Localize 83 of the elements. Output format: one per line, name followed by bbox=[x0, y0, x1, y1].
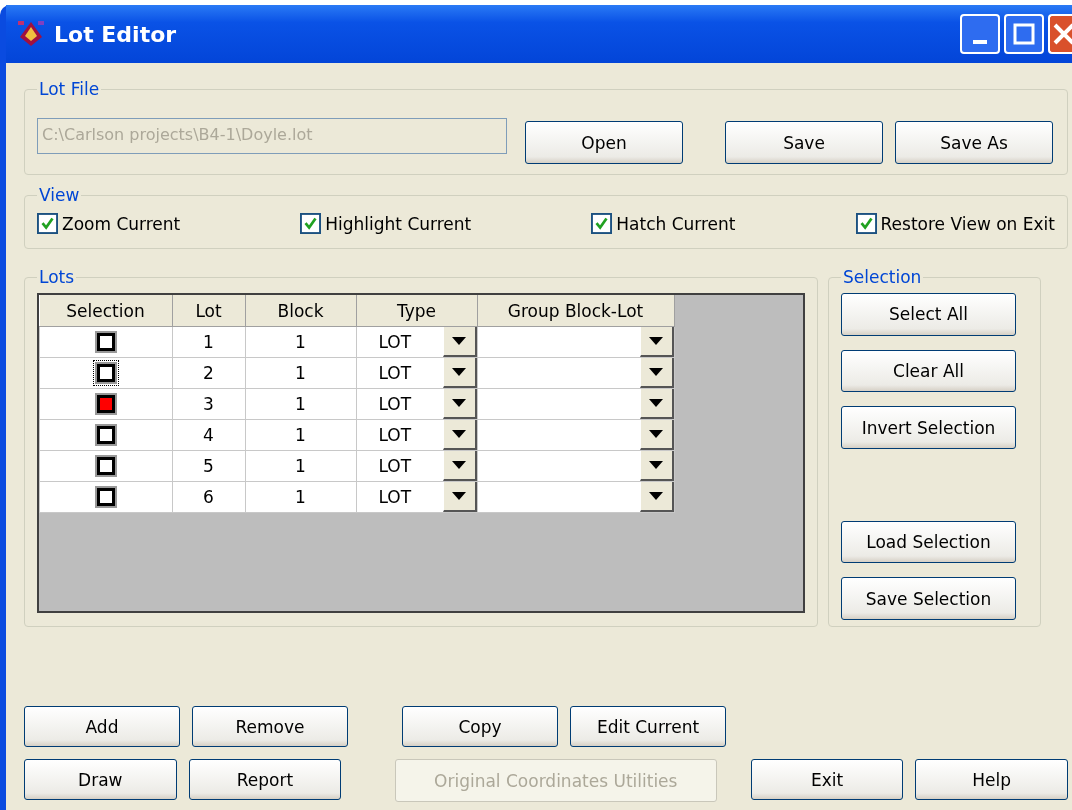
table-cell: 6 bbox=[172, 481, 245, 513]
table-cell: 4 bbox=[172, 419, 245, 451]
app-icon bbox=[16, 19, 46, 49]
checkbox[interactable] bbox=[591, 213, 613, 234]
table-cell-text: LOT bbox=[377, 363, 412, 383]
checkbox-label: Hatch Current bbox=[616, 213, 736, 234]
action-button[interactable]: Save bbox=[725, 121, 883, 164]
table-cell: 1 bbox=[245, 419, 356, 451]
dropdown-button[interactable] bbox=[442, 327, 477, 357]
maximize-button[interactable] bbox=[1004, 14, 1044, 54]
checkbox-label: Restore View on Exit bbox=[880, 213, 1055, 234]
dropdown-button[interactable] bbox=[442, 482, 477, 512]
checkbox[interactable] bbox=[855, 213, 877, 234]
action-button[interactable]: Edit Current bbox=[570, 706, 726, 747]
group-label: Lot File bbox=[38, 79, 101, 99]
action-button[interactable]: Save As bbox=[895, 121, 1053, 164]
action-button[interactable]: Exit bbox=[750, 759, 904, 800]
checkbox[interactable] bbox=[37, 213, 58, 234]
caret-icon bbox=[452, 368, 466, 376]
caret-icon bbox=[452, 492, 466, 500]
action-button[interactable]: Load Selection bbox=[841, 520, 1016, 564]
column-header: Type bbox=[356, 295, 477, 327]
table-cell: 1 bbox=[245, 388, 356, 420]
table-cell: 5 bbox=[172, 450, 245, 482]
table-cell-text: LOT bbox=[377, 394, 412, 414]
column-header: Group Block-Lot bbox=[477, 295, 674, 327]
table-cell: 1 bbox=[172, 326, 245, 358]
action-button[interactable]: Select All bbox=[841, 293, 1016, 336]
table-cell-text: LOT bbox=[377, 425, 412, 445]
action-button[interactable]: Open bbox=[525, 121, 683, 164]
dropdown-button[interactable] bbox=[639, 358, 674, 388]
checkbox[interactable] bbox=[300, 213, 322, 234]
action-button[interactable]: Clear All bbox=[841, 349, 1016, 393]
dropdown-button[interactable] bbox=[442, 420, 477, 450]
caret-icon bbox=[649, 337, 663, 345]
action-button[interactable]: Draw bbox=[24, 759, 177, 800]
close-icon bbox=[1052, 22, 1072, 46]
action-button[interactable]: Save Selection bbox=[841, 577, 1016, 620]
caret-icon bbox=[452, 399, 466, 407]
column-header: Block bbox=[245, 295, 356, 327]
column-header: Lot bbox=[172, 295, 245, 327]
table-cell-text: LOT bbox=[377, 456, 412, 476]
dropdown-button[interactable] bbox=[442, 389, 477, 419]
column-header: Selection bbox=[39, 295, 172, 327]
group-label: Lots bbox=[38, 267, 76, 287]
table-cell: 1 bbox=[245, 326, 356, 358]
maximize-icon bbox=[1013, 23, 1035, 45]
table-cell: 1 bbox=[245, 357, 356, 389]
table-cell-text: LOT bbox=[377, 332, 412, 352]
action-button[interactable]: Add bbox=[24, 706, 180, 747]
dropdown-button[interactable] bbox=[442, 451, 477, 481]
checkbox-label: Zoom Current bbox=[62, 213, 181, 234]
caret-icon bbox=[649, 368, 663, 376]
caret-icon bbox=[452, 337, 466, 345]
group-label: Selection bbox=[842, 267, 923, 287]
table-cell: 3 bbox=[172, 388, 245, 420]
dropdown-button[interactable] bbox=[639, 420, 674, 450]
dropdown-button[interactable] bbox=[442, 358, 477, 388]
action-button[interactable]: Report bbox=[188, 759, 342, 800]
table-cell: 1 bbox=[245, 481, 356, 513]
table-cell: 2 bbox=[172, 357, 245, 389]
caret-icon bbox=[649, 399, 663, 407]
table-cell: 1 bbox=[245, 450, 356, 482]
caret-icon bbox=[452, 461, 466, 469]
group-label: View bbox=[38, 185, 81, 205]
dropdown-button[interactable] bbox=[639, 327, 674, 357]
action-button[interactable]: Copy bbox=[402, 706, 558, 747]
caret-icon bbox=[649, 461, 663, 469]
minimize-button[interactable] bbox=[960, 14, 1000, 54]
caret-icon bbox=[649, 492, 663, 500]
window-title: Lot Editor bbox=[54, 21, 177, 47]
dropdown-button[interactable] bbox=[639, 451, 674, 481]
action-button[interactable]: Help bbox=[915, 759, 1068, 800]
dropdown-button[interactable] bbox=[639, 389, 674, 419]
action-button[interactable]: Invert Selection bbox=[841, 406, 1016, 449]
caret-icon bbox=[452, 430, 466, 438]
close-button[interactable] bbox=[1048, 14, 1072, 54]
minimize-icon bbox=[973, 40, 987, 46]
caret-icon bbox=[649, 430, 663, 438]
action-button[interactable]: Remove bbox=[192, 706, 348, 747]
dropdown-button[interactable] bbox=[639, 482, 674, 512]
table-cell-text: LOT bbox=[377, 487, 412, 507]
checkbox-label: Highlight Current bbox=[325, 213, 472, 234]
